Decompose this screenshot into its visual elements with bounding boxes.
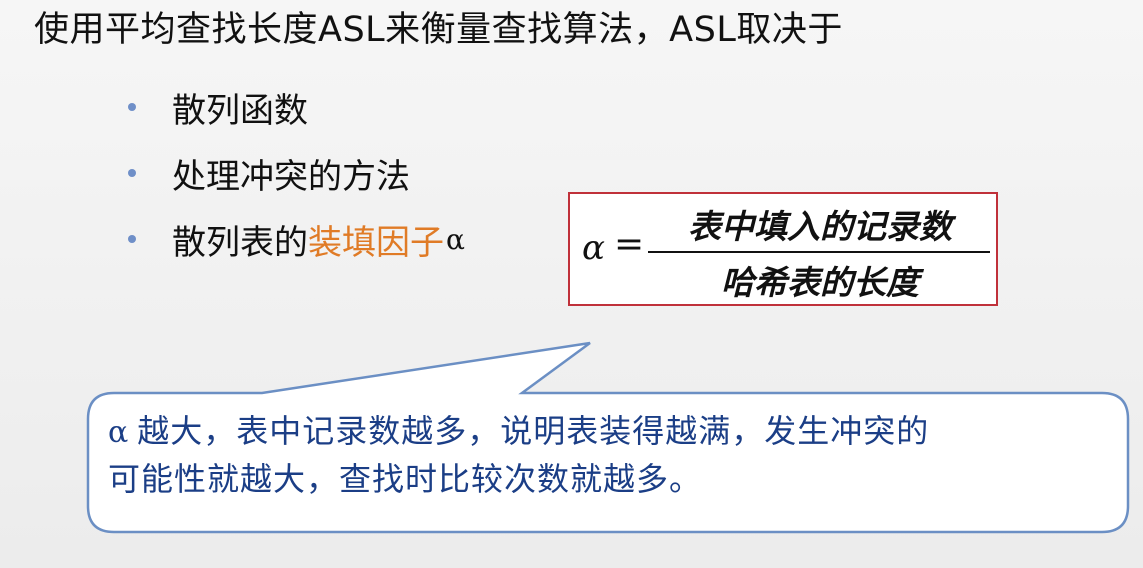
- slide: 使用平均查找长度ASL来衡量查找算法，ASL取决于 散列函数 处理冲突的方法 散…: [0, 0, 1143, 568]
- callout-line-1: α 越大，表中记录数越多，说明表装得越满，发生冲突的: [108, 408, 1108, 456]
- callout-line-2: 可能性就越大，查找时比较次数就越多。: [108, 460, 703, 498]
- callout-alpha-symbol: α: [108, 415, 130, 450]
- callout-line-1-text: 越大，表中记录数越多，说明表装得越满，发生冲突的: [137, 412, 930, 450]
- callout-text: α 越大，表中记录数越多，说明表装得越满，发生冲突的 可能性就越大，查找时比较次数…: [108, 408, 1108, 503]
